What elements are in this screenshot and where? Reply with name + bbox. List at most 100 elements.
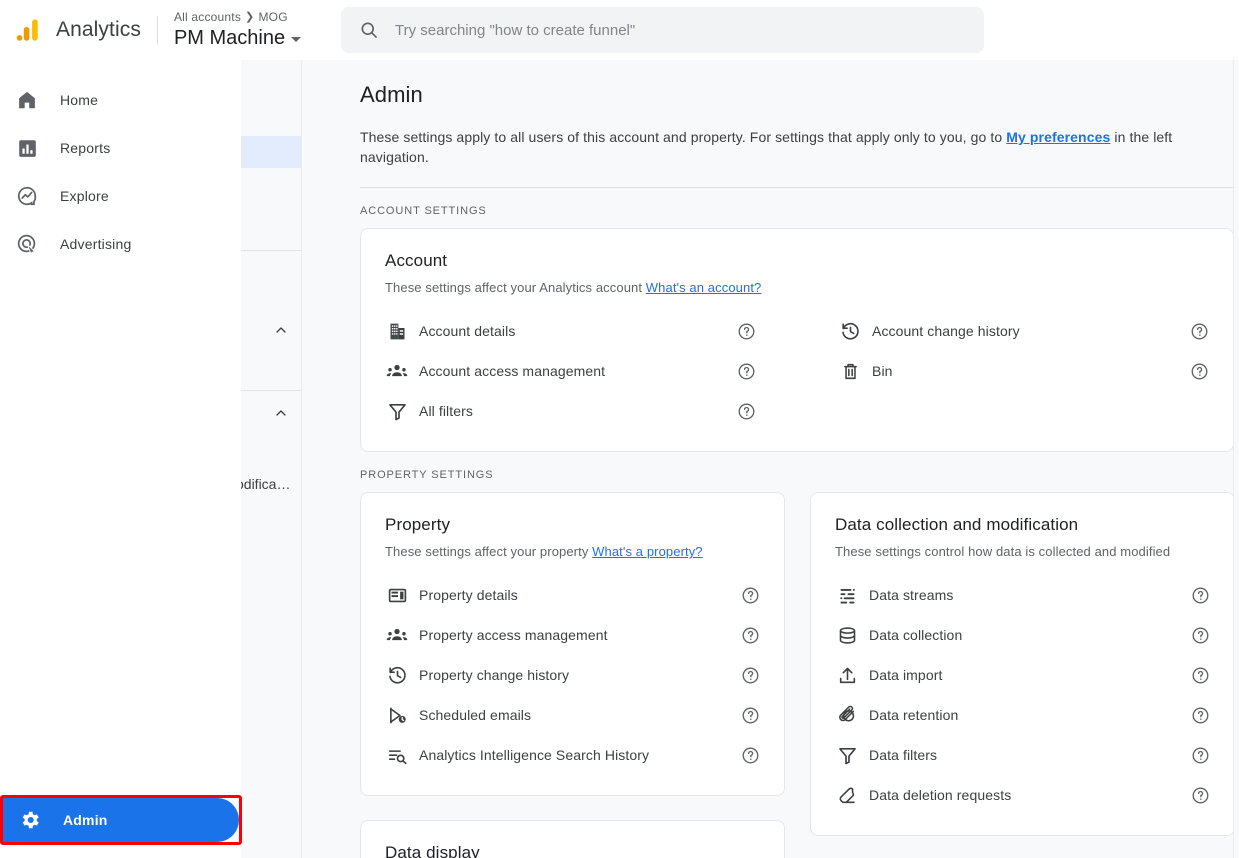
data-collection-and-modification-card: Data collection and modification These s… [810, 492, 1235, 836]
setting-row-label: Data filters [869, 747, 938, 763]
setting-row-data-retention[interactable]: Data retention [835, 695, 1210, 735]
setting-row-account-access-management[interactable]: Account access management [385, 351, 756, 391]
help-circle-icon[interactable] [1189, 321, 1209, 341]
subpanel-truncated-label: odifica… [236, 476, 291, 492]
setting-row-data-streams[interactable]: Data streams [835, 575, 1210, 615]
people-group-icon [385, 623, 409, 647]
database-icon [835, 623, 859, 647]
chevron-down-icon [291, 37, 302, 42]
help-circle-icon[interactable] [740, 585, 760, 605]
filter-funnel-icon [835, 743, 859, 767]
setting-row-label: Analytics Intelligence Search History [419, 747, 650, 763]
property-name-dropdown[interactable]: PM Machine [173, 25, 302, 51]
setting-row-property-details[interactable]: Property details [385, 575, 760, 615]
setting-row-account-change-history[interactable]: Account change history [838, 311, 1209, 351]
sidebar-item-label: Advertising [60, 236, 132, 252]
breadcrumb-account: MOG [258, 10, 288, 24]
analytics-logo[interactable] [0, 17, 56, 43]
sidebar-item-label: Reports [60, 140, 111, 156]
property-right-stack: Data collection and modification These s… [810, 492, 1235, 858]
help-circle-icon[interactable] [1190, 585, 1210, 605]
eraser-icon [835, 783, 859, 807]
help-circle-icon[interactable] [1190, 785, 1210, 805]
setting-row-label: Property change history [419, 667, 570, 683]
sidebar-nav-list: Home Reports Explore Advertising [0, 60, 241, 268]
chevron-up-icon[interactable] [273, 405, 289, 421]
search-bar[interactable] [341, 7, 984, 53]
setting-row-label: Data streams [869, 587, 954, 603]
card-subtitle-text: These settings affect your property [385, 544, 593, 559]
sidebar-item-reports[interactable]: Reports [0, 124, 241, 172]
setting-row-data-import[interactable]: Data import [835, 655, 1210, 695]
history-clock-icon [838, 319, 862, 343]
upload-icon [835, 663, 859, 687]
help-circle-icon[interactable] [1190, 665, 1210, 685]
sidebar-item-home[interactable]: Home [0, 76, 241, 124]
help-circle-icon[interactable] [736, 321, 756, 341]
analytics-admin-page: Analytics All accounts ❯ MOG PM Machine [0, 0, 1239, 858]
whats-an-account-link[interactable]: What's an account? [646, 280, 762, 295]
my-preferences-link[interactable]: My preferences [1006, 129, 1110, 145]
sidebar-item-label: Admin [63, 812, 108, 828]
card-subtitle: These settings affect your property What… [385, 544, 760, 559]
account-card-left-column: Account details Account access managemen… [385, 311, 756, 431]
account-card-right-column: Account change history Bin [838, 311, 1209, 431]
whats-a-property-link[interactable]: What's a property? [592, 544, 703, 559]
sidebar-item-label: Home [60, 92, 99, 108]
property-card-rows: Property details Property access managem… [385, 575, 760, 775]
setting-row-analytics-intelligence-search-history[interactable]: Analytics Intelligence Search History [385, 735, 760, 775]
search-input[interactable] [395, 21, 966, 39]
setting-row-label: All filters [419, 403, 473, 419]
breadcrumb-root: All accounts [173, 10, 242, 24]
help-circle-icon[interactable] [740, 745, 760, 765]
setting-row-label: Data import [869, 667, 943, 683]
content-scrollbar[interactable] [1233, 60, 1239, 858]
sidebar-item-explore[interactable]: Explore [0, 172, 241, 220]
data-retention-icon [835, 703, 859, 727]
help-circle-icon[interactable] [740, 665, 760, 685]
sidebar-item-advertising[interactable]: Advertising [0, 220, 241, 268]
chevron-up-icon[interactable] [273, 322, 289, 338]
setting-row-data-filters[interactable]: Data filters [835, 735, 1210, 775]
data-streams-icon [835, 583, 859, 607]
main-content: Admin These settings apply to all users … [302, 60, 1239, 858]
top-bar: Analytics All accounts ❯ MOG PM Machine [0, 0, 1239, 60]
setting-row-all-filters[interactable]: All filters [385, 391, 756, 431]
setting-row-data-deletion-requests[interactable]: Data deletion requests [835, 775, 1210, 815]
property-name-label: PM Machine [173, 27, 286, 49]
primary-sidebar: Home Reports Explore Advertising [0, 60, 241, 858]
help-circle-icon[interactable] [1190, 745, 1210, 765]
sidebar-item-admin[interactable]: Admin [3, 798, 239, 842]
help-circle-icon[interactable] [1189, 361, 1209, 381]
breadcrumb: All accounts ❯ MOG [174, 9, 301, 25]
setting-row-account-details[interactable]: Account details [385, 311, 756, 351]
setting-row-label: Bin [872, 363, 893, 379]
help-circle-icon[interactable] [736, 401, 756, 421]
page-description-pre: These settings apply to all users of thi… [360, 129, 1007, 145]
setting-row-property-change-history[interactable]: Property change history [385, 655, 760, 695]
setting-row-scheduled-emails[interactable]: Scheduled emails [385, 695, 760, 735]
setting-row-bin[interactable]: Bin [838, 351, 1209, 391]
home-icon [14, 87, 40, 113]
sidebar-item-label: Explore [60, 188, 109, 204]
setting-row-data-collection[interactable]: Data collection [835, 615, 1210, 655]
help-circle-icon[interactable] [1190, 625, 1210, 645]
account-selector[interactable]: All accounts ❯ MOG PM Machine [173, 9, 302, 51]
help-circle-icon[interactable] [740, 705, 760, 725]
people-group-icon [385, 359, 409, 383]
account-card-rows: Account details Account access managemen… [385, 311, 1209, 431]
card-title: Data collection and modification [835, 515, 1079, 534]
help-circle-icon[interactable] [1190, 705, 1210, 725]
card-title: Property [385, 515, 451, 534]
advertising-target-icon [14, 231, 40, 257]
setting-row-property-access-management[interactable]: Property access management [385, 615, 760, 655]
card-title: Data display [385, 843, 480, 858]
help-circle-icon[interactable] [740, 625, 760, 645]
gear-icon [17, 807, 43, 833]
bar-chart-icon [14, 135, 40, 161]
building-icon [385, 319, 409, 343]
help-circle-icon[interactable] [736, 361, 756, 381]
setting-row-label: Data deletion requests [869, 787, 1012, 803]
setting-row-label: Property access management [419, 627, 608, 643]
card-subtitle: These settings affect your Analytics acc… [385, 280, 1209, 295]
